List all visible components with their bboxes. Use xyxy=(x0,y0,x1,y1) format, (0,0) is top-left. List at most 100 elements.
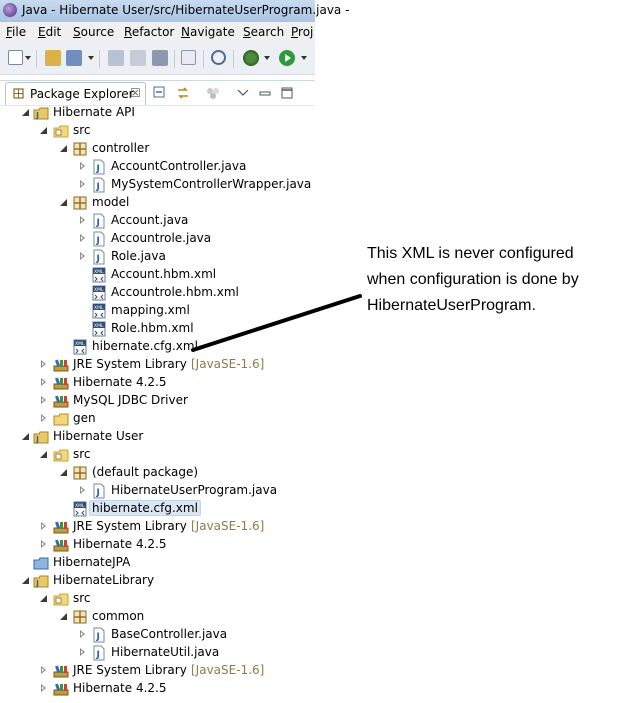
collapsed-twisty-icon[interactable] xyxy=(39,666,48,675)
expanded-twisty-icon[interactable] xyxy=(39,126,48,135)
tree-item[interactable]: XML hibernate.cfg.xml xyxy=(0,338,315,356)
new-package-icon[interactable] xyxy=(66,50,82,66)
new-icon[interactable] xyxy=(8,50,23,65)
tree-item[interactable]: XML Account.hbm.xml xyxy=(0,266,315,284)
expanded-twisty-icon[interactable] xyxy=(39,450,48,459)
tree-item[interactable]: MySQL JDBC Driver xyxy=(0,392,315,410)
tree-item[interactable]: controller xyxy=(0,140,315,158)
expanded-twisty-icon[interactable] xyxy=(21,108,30,117)
tree-item[interactable]: Hibernate 4.2.5 xyxy=(0,536,315,554)
save-icon[interactable] xyxy=(108,50,124,66)
run-icon[interactable] xyxy=(279,50,295,66)
tree-item[interactable]: J AccountController.java xyxy=(0,158,315,176)
collapsed-twisty-icon[interactable] xyxy=(78,648,87,657)
expanded-twisty-icon[interactable] xyxy=(59,144,68,153)
expanded-twisty-icon[interactable] xyxy=(21,576,30,585)
open-type-icon[interactable] xyxy=(181,50,196,65)
collapsed-twisty-icon[interactable] xyxy=(78,180,87,189)
new-type-dropdown-icon[interactable] xyxy=(88,56,94,60)
menu-refactor[interactable]: Refactor xyxy=(124,25,174,39)
menu-edit[interactable]: Edit xyxy=(38,25,61,39)
package-explorer-header: Package Explorer ☒ xyxy=(0,80,315,106)
link-with-editor-icon[interactable] xyxy=(176,86,190,100)
collapsed-twisty-icon[interactable] xyxy=(39,522,48,531)
svg-text:XML: XML xyxy=(75,341,85,347)
tree-item[interactable]: J BaseController.java xyxy=(0,626,315,644)
tree-item[interactable]: XML hibernate.cfg.xml xyxy=(0,500,315,518)
close-view-icon[interactable]: ☒ xyxy=(130,86,141,100)
collapsed-twisty-icon[interactable] xyxy=(78,630,87,639)
tree-item[interactable]: src xyxy=(0,590,315,608)
collapsed-twisty-icon[interactable] xyxy=(39,414,48,423)
tree-item[interactable]: JRE System Library [JavaSE-1.6] xyxy=(0,356,315,374)
tab-package-explorer[interactable]: Package Explorer ☒ xyxy=(5,82,146,105)
svg-text:XML: XML xyxy=(94,287,104,293)
tree-item[interactable]: J HibernateUtil.java xyxy=(0,644,315,662)
menu-search[interactable]: Search xyxy=(243,25,284,39)
expanded-twisty-icon[interactable] xyxy=(21,432,30,441)
collapsed-twisty-icon[interactable] xyxy=(78,486,87,495)
tree-item[interactable]: src xyxy=(0,446,315,464)
save-all-icon[interactable] xyxy=(130,50,146,66)
debug-dropdown-icon[interactable] xyxy=(264,56,270,60)
tree-item-label: src xyxy=(73,123,91,137)
tree-item[interactable]: JRE System Library [JavaSE-1.6] xyxy=(0,518,315,536)
menu-navigate[interactable]: Navigate xyxy=(181,25,235,39)
collapsed-twisty-icon[interactable] xyxy=(78,162,87,171)
svg-text:J: J xyxy=(96,164,100,174)
run-dropdown-icon[interactable] xyxy=(301,56,307,60)
tree-item[interactable]: J Role.java xyxy=(0,248,315,266)
tree-item[interactable]: J Hibernate API xyxy=(0,104,315,122)
tree-item-label: JRE System Library xyxy=(73,663,187,677)
tree-item[interactable]: J MySystemControllerWrapper.java xyxy=(0,176,315,194)
package-explorer-icon xyxy=(13,88,24,99)
print-icon[interactable] xyxy=(152,50,168,66)
tree-item[interactable]: Hibernate 4.2.5 xyxy=(0,374,315,392)
collapsed-twisty-icon[interactable] xyxy=(39,360,48,369)
xml-file-icon: XML xyxy=(72,501,88,517)
collapsed-twisty-icon[interactable] xyxy=(78,216,87,225)
collapsed-twisty-icon[interactable] xyxy=(78,252,87,261)
tree-item[interactable]: J HibernateLibrary xyxy=(0,572,315,590)
expanded-twisty-icon[interactable] xyxy=(59,612,68,621)
tree-item[interactable]: J Account.java xyxy=(0,212,315,230)
skip-breakpoints-icon[interactable] xyxy=(211,50,226,65)
tree-item[interactable]: (default package) xyxy=(0,464,315,482)
tree-item[interactable]: gen xyxy=(0,410,315,428)
tree-item[interactable]: XML mapping.xml xyxy=(0,302,315,320)
tree-item[interactable]: src xyxy=(0,122,315,140)
collapsed-twisty-icon[interactable] xyxy=(39,396,48,405)
tree-item[interactable]: J Hibernate User xyxy=(0,428,315,446)
focus-on-active-task-icon[interactable] xyxy=(206,86,220,100)
menu-source[interactable]: Source xyxy=(73,25,114,39)
tree-item[interactable]: J Accountrole.java xyxy=(0,230,315,248)
menu-project[interactable]: Proj xyxy=(291,25,313,39)
tree-item[interactable]: HibernateJPA xyxy=(0,554,315,572)
tree-item[interactable]: Hibernate 4.2.5 xyxy=(0,680,315,698)
tree-item[interactable]: JRE System Library [JavaSE-1.6] xyxy=(0,662,315,680)
view-menu-icon[interactable] xyxy=(236,86,250,100)
new-java-project-icon[interactable] xyxy=(45,50,61,66)
tree-item[interactable]: common xyxy=(0,608,315,626)
tree-item-label: Account.java xyxy=(111,213,189,227)
maximize-icon[interactable] xyxy=(280,86,294,100)
collapse-all-icon[interactable] xyxy=(153,86,167,100)
expanded-twisty-icon[interactable] xyxy=(59,468,68,477)
tree-item[interactable]: XML Accountrole.hbm.xml xyxy=(0,284,315,302)
collapsed-twisty-icon[interactable] xyxy=(39,378,48,387)
tree-item-label: MySQL JDBC Driver xyxy=(73,393,188,407)
collapsed-twisty-icon[interactable] xyxy=(39,540,48,549)
tree-item[interactable]: XML Role.hbm.xml xyxy=(0,320,315,338)
tree-item[interactable]: J HibernateUserProgram.java xyxy=(0,482,315,500)
menu-file[interactable]: File xyxy=(6,25,26,39)
toolbar-separator xyxy=(203,50,204,68)
new-dropdown-icon[interactable] xyxy=(25,56,31,60)
expanded-twisty-icon[interactable] xyxy=(39,594,48,603)
tree-item[interactable]: model xyxy=(0,194,315,212)
minimize-icon[interactable] xyxy=(258,86,272,100)
expanded-twisty-icon[interactable] xyxy=(59,198,68,207)
collapsed-twisty-icon[interactable] xyxy=(78,234,87,243)
debug-icon[interactable] xyxy=(243,50,259,66)
svg-text:XML: XML xyxy=(94,269,104,275)
collapsed-twisty-icon[interactable] xyxy=(39,684,48,693)
